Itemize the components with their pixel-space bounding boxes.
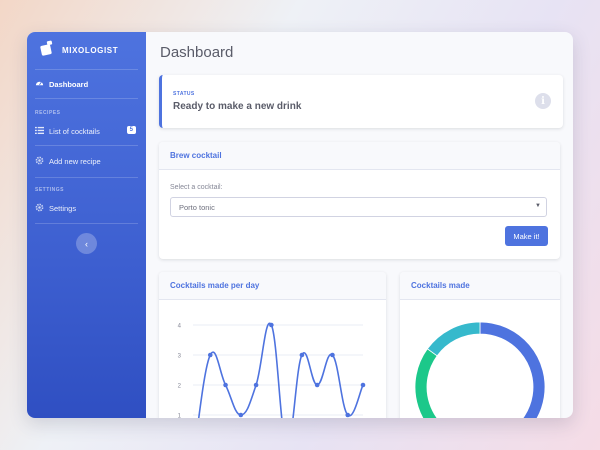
caret-down-icon: ▼ xyxy=(535,203,541,209)
sidebar-item-label: Dashboard xyxy=(49,79,89,89)
sidebar-heading-recipes: RECIPES xyxy=(35,110,61,116)
app-window: MIXOLOGIST Dashboard RECIPES List of coc… xyxy=(27,32,573,418)
y-tick-label: 3 xyxy=(178,354,182,360)
cocktail-select[interactable]: Porto tonic ▼ xyxy=(170,197,547,217)
tachometer-icon xyxy=(35,79,44,90)
sidebar-item-label: List of cocktails xyxy=(49,126,100,136)
brew-card: Brew cocktail Select a cocktail: Porto t… xyxy=(159,142,560,259)
select-label: Select a cocktail: xyxy=(170,184,223,191)
gear-icon xyxy=(35,203,44,214)
gear-icon xyxy=(35,156,44,167)
card-title: Cocktails made per day xyxy=(159,272,386,300)
sidebar-divider xyxy=(35,177,138,178)
y-tick-label: 2 xyxy=(178,384,182,390)
status-card: STATUS Ready to make a new drink i xyxy=(159,75,563,128)
donut-slice[interactable] xyxy=(460,321,546,418)
series-line xyxy=(197,322,364,418)
list-icon xyxy=(35,126,44,137)
brand[interactable]: MIXOLOGIST xyxy=(39,40,118,61)
sidebar-divider xyxy=(35,145,138,146)
data-point[interactable] xyxy=(253,382,259,388)
data-point[interactable] xyxy=(207,352,213,358)
cocktail-shaker-icon xyxy=(39,40,55,61)
make-it-button[interactable]: Make it! xyxy=(505,226,548,246)
data-point[interactable] xyxy=(314,382,320,388)
info-icon: i xyxy=(535,93,551,109)
sidebar-divider xyxy=(35,69,138,70)
sidebar-heading-settings: SETTINGS xyxy=(35,187,65,193)
data-point[interactable] xyxy=(269,322,274,328)
chevron-left-icon: ‹ xyxy=(85,238,88,249)
sidebar-item-add-recipe[interactable]: Add new recipe xyxy=(35,153,138,169)
status-label: STATUS xyxy=(173,91,195,97)
data-point[interactable] xyxy=(238,412,244,418)
sidebar-toggle-button[interactable]: ‹ xyxy=(76,233,97,254)
donut-slice[interactable] xyxy=(426,321,481,357)
made-chart-card: Cocktails made xyxy=(400,272,560,418)
data-point[interactable] xyxy=(360,382,366,388)
card-title: Cocktails made xyxy=(400,272,560,300)
data-point[interactable] xyxy=(330,352,335,358)
sidebar: MIXOLOGIST Dashboard RECIPES List of coc… xyxy=(27,32,146,418)
page-title: Dashboard xyxy=(160,44,234,61)
y-tick-label: 1 xyxy=(178,414,182,419)
per-day-chart-card: Cocktails made per day 1 2 3 4 xyxy=(159,272,386,418)
line-chart: 1 2 3 4 xyxy=(178,322,366,419)
sidebar-item-label: Settings xyxy=(49,203,77,213)
data-point[interactable] xyxy=(299,352,305,358)
sidebar-divider xyxy=(35,98,138,99)
status-text: Ready to make a new drink xyxy=(173,101,302,112)
card-title: Brew cocktail xyxy=(159,142,560,170)
sidebar-item-list-cocktails[interactable]: List of cocktails 5 xyxy=(35,123,138,139)
selected-cocktail: Porto tonic xyxy=(179,202,215,212)
donut-chart xyxy=(414,321,546,418)
donut-slice[interactable] xyxy=(414,348,464,418)
data-point[interactable] xyxy=(345,412,351,418)
sidebar-item-dashboard[interactable]: Dashboard xyxy=(35,76,138,92)
data-point[interactable] xyxy=(223,382,228,388)
sidebar-divider xyxy=(35,223,138,224)
sidebar-item-label: Add new recipe xyxy=(49,156,101,166)
count-badge: 5 xyxy=(126,126,136,134)
sidebar-item-settings[interactable]: Settings xyxy=(35,200,138,216)
brand-name: MIXOLOGIST xyxy=(62,46,119,55)
y-tick-label: 4 xyxy=(178,324,182,330)
